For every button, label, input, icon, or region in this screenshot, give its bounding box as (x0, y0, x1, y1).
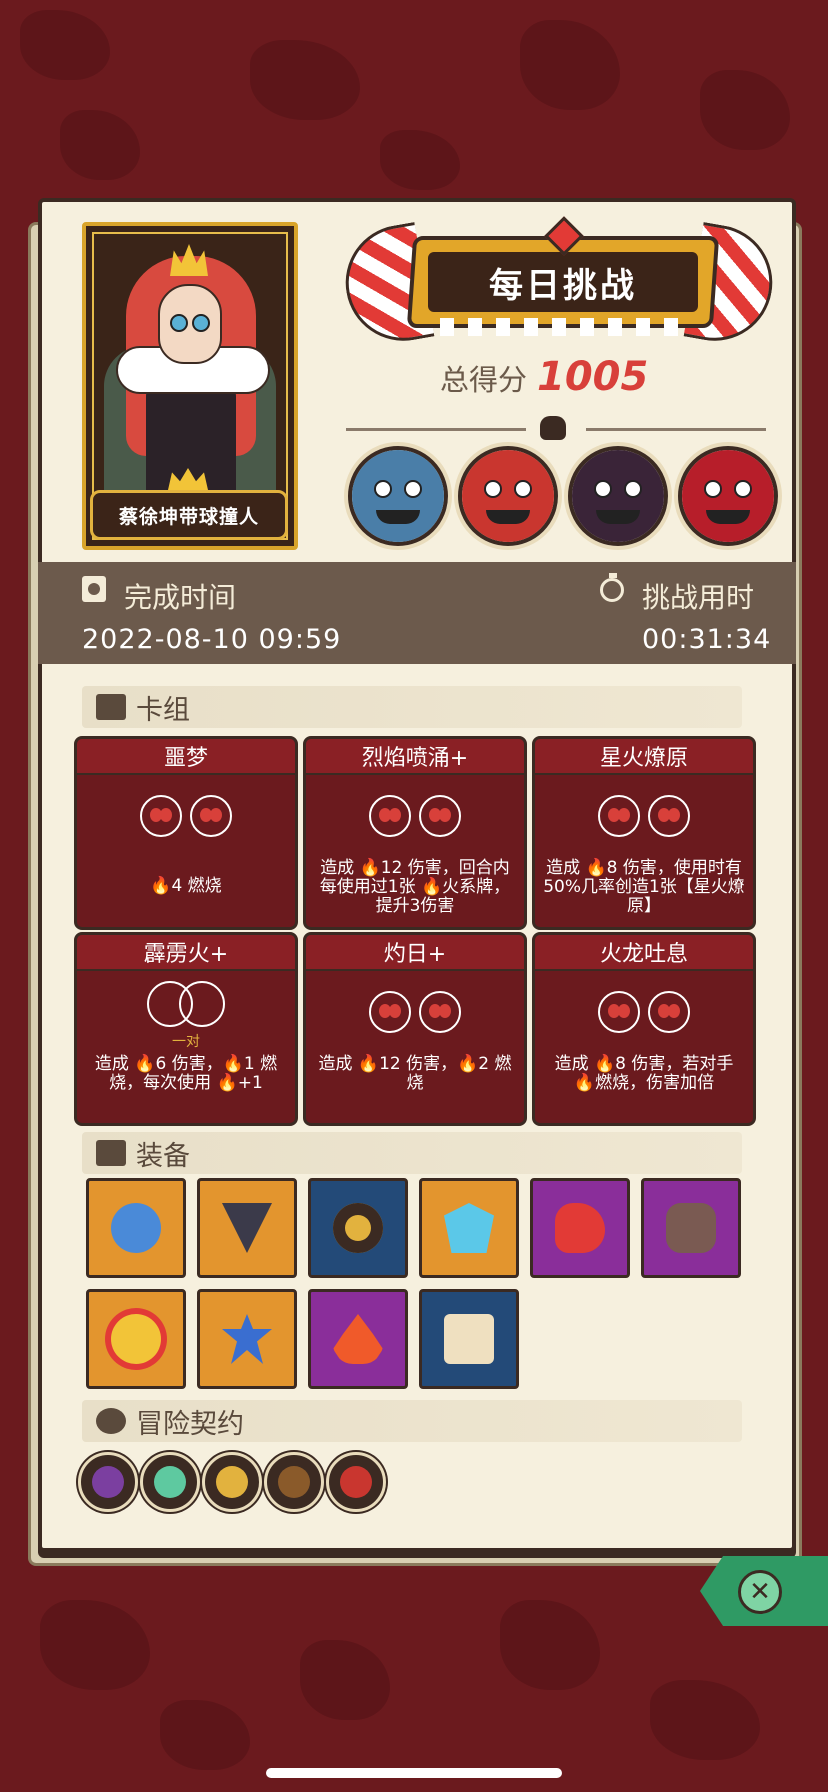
horn-icon (216, 1466, 248, 1498)
card-cost (306, 991, 524, 1033)
enemy-avatar[interactable] (458, 446, 558, 546)
enemy-avatar[interactable] (348, 446, 448, 546)
equipment-header: 装备 (82, 1132, 742, 1174)
equipment-item[interactable] (86, 1178, 186, 1278)
divider-right (586, 428, 766, 431)
card-desc: 造成 🔥6 伤害，🔥1 燃烧，每次使用 🔥+1 (94, 1054, 278, 1093)
card[interactable]: 霹雳火+ 一对 造成 🔥6 伤害，🔥1 燃烧，每次使用 🔥+1 (74, 932, 298, 1126)
contract-header: 冒险契约 (82, 1400, 742, 1442)
hero-name: 蔡徐坤带球撞人 (90, 490, 288, 540)
score-label: 总得分 (440, 363, 528, 397)
card[interactable]: 烈焰喷涌+ 造成 🔥12 伤害，回合内每使用过1张 🔥火系牌，提升3伤害 (303, 736, 527, 930)
card[interactable]: 灼日+ 造成 🔥12 伤害，🔥2 燃烧 (303, 932, 527, 1126)
equipment-item[interactable] (308, 1289, 408, 1389)
banner-teeth (440, 318, 680, 336)
enemy-avatar[interactable] (678, 446, 778, 546)
complete-time-label: 完成时间 (124, 581, 237, 614)
card-desc: 造成 🔥12 伤害，回合内每使用过1张 🔥火系牌，提升3伤害 (319, 858, 511, 916)
equipment-item[interactable] (86, 1289, 186, 1389)
banner-title: 每日挑战 (428, 252, 698, 312)
divider-left (346, 428, 526, 431)
scroll-icon (444, 1314, 494, 1364)
card-desc: 造成 🔥12 伤害，🔥2 燃烧 (318, 1054, 512, 1093)
close-button[interactable]: ✕ (700, 1556, 828, 1626)
blue-slime-icon (111, 1203, 161, 1253)
cards-icon (96, 694, 126, 720)
flame-icon (333, 1314, 383, 1364)
daily-challenge-banner: 每日挑战 (336, 216, 782, 350)
person-icon (96, 1408, 126, 1434)
contract-item[interactable] (140, 1452, 200, 1512)
film-icon (82, 576, 106, 602)
cube-icon (96, 1140, 126, 1166)
close-icon: ✕ (738, 1570, 782, 1614)
card-desc: 造成 🔥8 伤害，使用时有50%几率创造1张【星火燎原】 (543, 858, 745, 916)
skull-icon (540, 416, 566, 440)
equipment-item[interactable] (197, 1178, 297, 1278)
home-indicator[interactable] (266, 1768, 562, 1778)
contract-item[interactable] (78, 1452, 138, 1512)
red-rune-icon (340, 1466, 372, 1498)
card-cost (306, 795, 524, 837)
equipment-item[interactable] (419, 1289, 519, 1389)
score-row: 总得分 1005 (440, 354, 648, 400)
card-title: 星火燎原 (535, 739, 753, 775)
contract-item[interactable] (202, 1452, 262, 1512)
triangle-amulet-icon (222, 1203, 272, 1253)
card-cost (77, 795, 295, 837)
ice-shield-icon (444, 1203, 494, 1253)
stopwatch-icon (600, 573, 624, 602)
purple-eye-icon (92, 1466, 124, 1498)
green-virus-icon (154, 1466, 186, 1498)
score-value: 1005 (537, 354, 649, 400)
card-title: 火龙吐息 (535, 935, 753, 971)
enemy-list (348, 446, 778, 546)
card-desc: 造成 🔥8 伤害，若对手 🔥燃烧，伤害加倍 (554, 1054, 734, 1093)
equipment-item[interactable] (308, 1178, 408, 1278)
equipment-item[interactable] (530, 1178, 630, 1278)
equipment-label: 装备 (136, 1140, 190, 1172)
hero-portrait: 蔡徐坤带球撞人 (82, 222, 298, 550)
complete-time-value: 2022-08-10 09:59 (82, 624, 342, 655)
card-pair-label: 一对 (172, 1034, 200, 1050)
deck-label: 卡组 (136, 694, 190, 726)
card-title: 噩梦 (77, 739, 295, 775)
contract-item[interactable] (326, 1452, 386, 1512)
deck-header: 卡组 (82, 686, 742, 728)
card-title: 烈焰喷涌+ (306, 739, 524, 775)
challenge-time-label: 挑战用时 (642, 581, 755, 614)
ice-spike-icon (222, 1314, 272, 1364)
contract-item[interactable] (264, 1452, 324, 1512)
card-cost (535, 991, 753, 1033)
card-desc: 🔥4 燃烧 (150, 876, 222, 896)
card[interactable]: 噩梦 🔥4 燃烧 (74, 736, 298, 930)
time-bar: 完成时间 2022-08-10 09:59 挑战用时 00:31:34 (38, 562, 796, 664)
flame-face-icon (111, 1314, 161, 1364)
fire-stone-icon (666, 1203, 716, 1253)
challenge-time-value: 00:31:34 (642, 624, 772, 655)
equipment-item[interactable] (419, 1178, 519, 1278)
fire-ring-icon (333, 1203, 383, 1253)
enemy-avatar[interactable] (568, 446, 668, 546)
card[interactable]: 火龙吐息 造成 🔥8 伤害，若对手 🔥燃烧，伤害加倍 (532, 932, 756, 1126)
pipe-icon (278, 1466, 310, 1498)
card-title: 霹雳火+ (77, 935, 295, 971)
card-title: 灼日+ (306, 935, 524, 971)
card-cost (535, 795, 753, 837)
contract-label: 冒险契约 (136, 1408, 244, 1440)
equipment-item[interactable] (197, 1289, 297, 1389)
card[interactable]: 星火燎原 造成 🔥8 伤害，使用时有50%几率创造1张【星火燎原】 (532, 736, 756, 930)
equipment-item[interactable] (641, 1178, 741, 1278)
red-blade-icon (555, 1203, 605, 1253)
